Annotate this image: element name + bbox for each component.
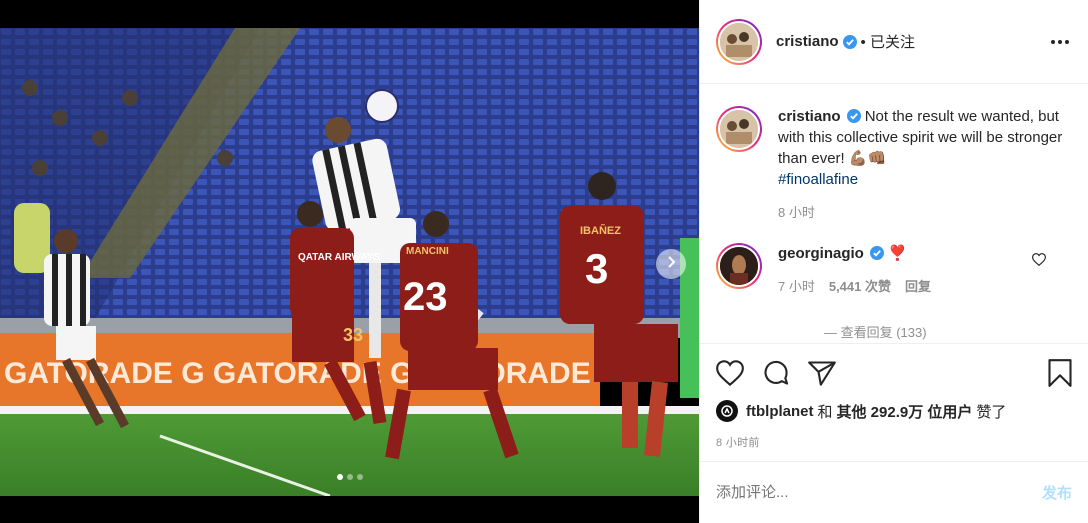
author-avatar[interactable]	[716, 18, 762, 65]
comment-body: georginagio ❣️ 7 小时 5,441 次赞 回复	[778, 243, 931, 297]
caption-meta: 8 小时	[778, 202, 1068, 223]
verified-badge-icon	[842, 34, 857, 49]
verified-badge-icon	[846, 108, 861, 123]
post-photo[interactable]: GATORADE G GATORADE G GATORADE 33 QATAR …	[0, 28, 699, 496]
slide-dot-active	[336, 474, 343, 480]
avatar-image	[718, 108, 760, 150]
slide-indicator	[0, 474, 699, 480]
post-media: GATORADE G GATORADE G GATORADE 33 QATAR …	[0, 0, 699, 523]
jersey-name-ibanez: IBAÑEZ	[580, 224, 621, 237]
likes-summary: ftblplanet 和 其他 292.9万 位用户 赞了	[716, 400, 1072, 422]
hashtag-link[interactable]: #finoallafine	[778, 171, 858, 188]
comment-bubble-icon[interactable]	[762, 353, 802, 393]
comment-meta: 7 小时 5,441 次赞 回复	[778, 276, 931, 297]
caption-time: 8 小时	[778, 205, 815, 220]
football-photo: GATORADE G GATORADE G GATORADE 33 QATAR …	[0, 28, 699, 496]
post-actions: ftblplanet 和 其他 292.9万 位用户 赞了 8 小时前	[700, 343, 1088, 461]
post-comment-button[interactable]: 发布	[1042, 482, 1072, 503]
comment-likes[interactable]: 5,441 次赞	[829, 276, 891, 297]
next-slide-button[interactable]	[656, 249, 686, 279]
comment-item: georginagio ❣️ 7 小时 5,441 次赞 回复	[716, 243, 1072, 297]
action-icons	[716, 344, 1072, 402]
post-timestamp[interactable]: 8 小时前	[716, 434, 1072, 450]
chevron-right-icon	[665, 255, 677, 273]
comment-username[interactable]: georginagio	[778, 245, 864, 262]
comment-time: 7 小时	[778, 279, 815, 294]
reply-button[interactable]: 回复	[905, 276, 931, 297]
caption-body: cristiano Not the result we wanted, but …	[778, 106, 1068, 223]
liker-avatar[interactable]	[716, 400, 738, 422]
caption-author-avatar[interactable]	[716, 106, 762, 152]
slide-dot	[346, 474, 353, 480]
author-username[interactable]: cristiano	[776, 33, 839, 50]
liked-label: 赞了	[976, 403, 1007, 421]
verified-badge-icon	[869, 245, 884, 260]
avatar-image	[718, 20, 760, 63]
jersey-number-33: 33	[343, 325, 363, 345]
liker-username[interactable]: ftblplanet	[746, 403, 814, 420]
save-bookmark-icon[interactable]	[1032, 353, 1072, 393]
post-panel: cristiano • 已关注 cristiano Not the result…	[699, 0, 1088, 523]
jersey-sponsor: QATAR AIRWAYS	[298, 252, 380, 263]
follow-status[interactable]: • 已关注	[861, 31, 915, 52]
caption: cristiano Not the result we wanted, but …	[716, 106, 1072, 223]
comments-list[interactable]: cristiano Not the result we wanted, but …	[700, 85, 1088, 343]
view-replies-link[interactable]: — 查看回复 (133)	[824, 322, 1072, 341]
jersey-number-3: 3	[585, 245, 608, 292]
others-likes-link[interactable]: 其他 292.9万 位用户	[837, 401, 973, 422]
comment-text: ❣️	[888, 245, 907, 262]
comment-input[interactable]	[716, 484, 1042, 501]
comment-composer: 发布	[700, 461, 1088, 523]
comment-like-heart-icon[interactable]	[1031, 253, 1047, 271]
caption-username[interactable]: cristiano	[778, 108, 841, 125]
jersey-name-mancini: MANCINI	[406, 246, 449, 257]
slide-dot	[356, 474, 363, 480]
commenter-avatar[interactable]	[716, 243, 762, 289]
likes-and: 和	[817, 403, 833, 421]
jersey-number-23: 23	[403, 275, 448, 319]
share-paper-plane-icon[interactable]	[808, 353, 848, 393]
avatar-image	[718, 245, 760, 287]
more-options-icon[interactable]	[1048, 30, 1072, 54]
post-header: cristiano • 已关注	[700, 0, 1088, 84]
like-heart-icon[interactable]	[716, 353, 756, 393]
